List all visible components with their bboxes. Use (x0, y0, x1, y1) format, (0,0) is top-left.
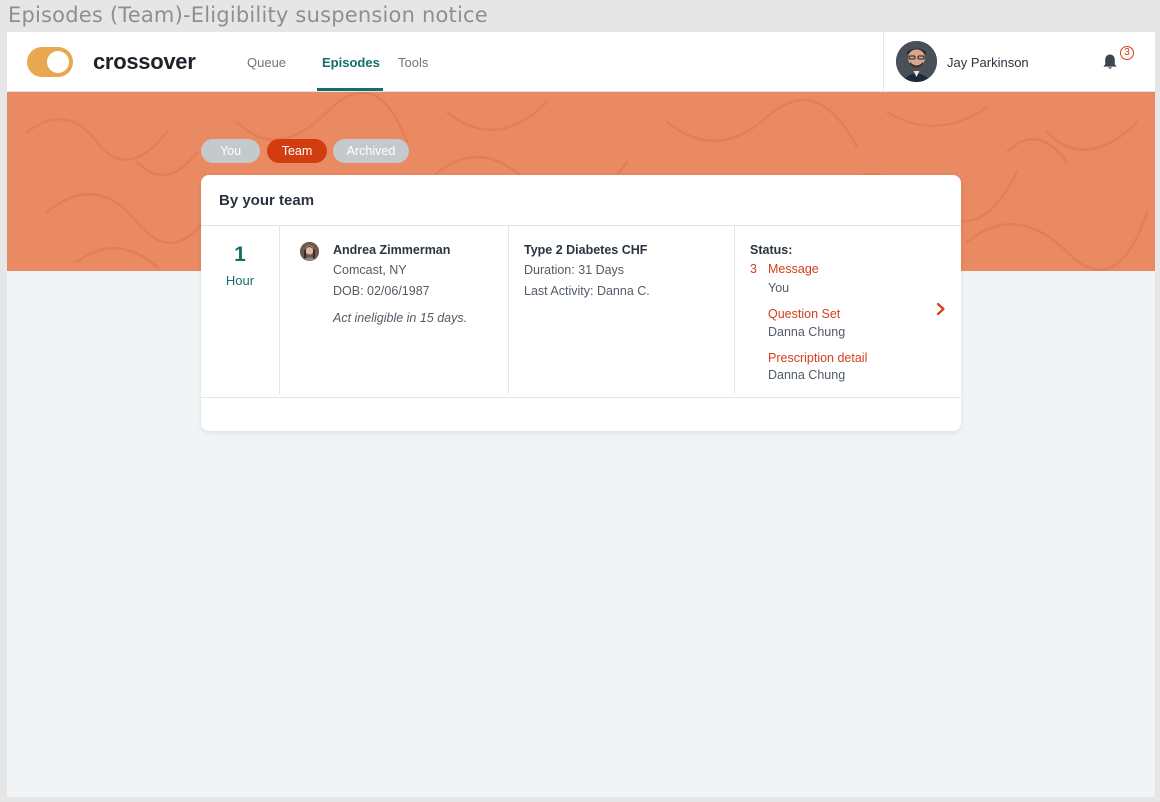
status-message-count: 3 (750, 262, 757, 276)
user-avatar[interactable] (896, 41, 937, 82)
column-divider (279, 226, 280, 394)
user-name[interactable]: Jay Parkinson (947, 55, 1029, 70)
patient-name[interactable]: Andrea Zimmerman (333, 243, 450, 257)
user-menu[interactable]: Jay Parkinson 3 (883, 32, 1155, 92)
eligibility-notice: Act ineligible in 15 days. (333, 311, 468, 325)
condition-last-activity: Last Activity: Danna C. (524, 284, 650, 298)
status-item-owner: You (768, 281, 790, 295)
patient-employer-location: Comcast, NY (333, 263, 407, 277)
column-divider (734, 226, 735, 394)
top-bar: crossover Queue Episodes Tools Jay Parki… (7, 32, 1155, 92)
app-window: crossover Queue Episodes Tools Jay Parki… (7, 32, 1155, 797)
status-label: Status: (750, 243, 793, 257)
toggle-logo-icon[interactable] (27, 47, 73, 77)
chevron-right-icon[interactable] (935, 302, 947, 316)
status-item-question-set[interactable]: Question Set (768, 307, 840, 321)
patient-dob: DOB: 02/06/1987 (333, 284, 430, 298)
filter-tab-team[interactable]: Team (267, 139, 327, 163)
notification-badge[interactable]: 3 (1120, 46, 1134, 60)
brand-name[interactable]: crossover (93, 49, 196, 75)
column-divider (508, 226, 509, 394)
condition-duration: Duration: 31 Days (524, 263, 625, 277)
frame-title: Episodes (Team)-Eligibility suspension n… (8, 3, 488, 27)
nav-queue[interactable]: Queue (247, 55, 286, 70)
elapsed-time-value: 1 (234, 243, 246, 266)
status-item-message[interactable]: Message (768, 262, 819, 276)
bell-icon[interactable] (1100, 52, 1120, 72)
episodes-card: By your team 1 Hour Andrea Zimmerman Com… (201, 175, 961, 431)
status-item-owner: Danna Chung (768, 368, 846, 382)
status-item-owner: Danna Chung (768, 325, 846, 339)
nav-active-indicator (317, 88, 383, 91)
nav-episodes[interactable]: Episodes (322, 55, 380, 70)
card-footer-divider (201, 397, 961, 398)
patient-avatar[interactable] (300, 242, 319, 261)
elapsed-time-unit: Hour (225, 273, 255, 288)
card-title: By your team (219, 192, 315, 209)
nav-tools[interactable]: Tools (398, 55, 428, 70)
filter-tab-you[interactable]: You (201, 139, 260, 163)
condition-title[interactable]: Type 2 Diabetes CHF (524, 243, 647, 257)
card-header-divider (201, 225, 961, 226)
status-item-prescription-detail[interactable]: Prescription detail (768, 351, 867, 365)
filter-tab-archived[interactable]: Archived (333, 139, 409, 163)
